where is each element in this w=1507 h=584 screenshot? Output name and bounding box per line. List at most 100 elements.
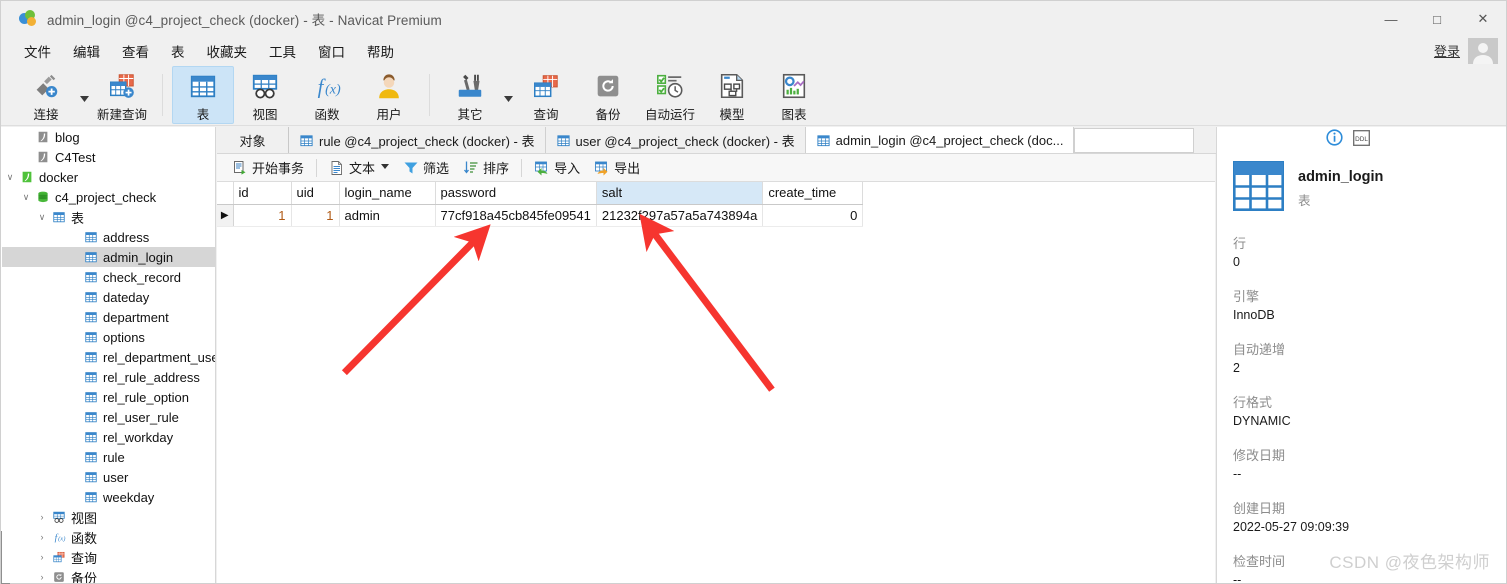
editor-tab[interactable]: admin_login @c4_project_check (doc... — [805, 127, 1075, 153]
chevron-down-icon[interactable]: ∨ — [34, 212, 50, 223]
tree-item-c4_project_check[interactable]: ∨ c4_project_check — [2, 187, 215, 207]
ddl-icon[interactable]: DDL — [1353, 129, 1370, 151]
tree-item-weekday[interactable]: · weekday — [2, 487, 215, 507]
menu-tools[interactable]: 工具 — [258, 38, 307, 64]
tab-overflow-box[interactable] — [1074, 128, 1195, 153]
ribbon-button-connection[interactable]: 连接 — [15, 66, 77, 124]
grid-cell[interactable]: 1 — [291, 204, 340, 227]
grid-cell[interactable]: 0 — [762, 204, 864, 227]
info-icon[interactable] — [1326, 129, 1343, 151]
tree-item-[interactable]: ∨ 表 — [2, 207, 215, 227]
grid-column-header[interactable]: create_time — [762, 182, 864, 205]
table-item-icon — [82, 230, 100, 244]
ribbon-button-backup[interactable]: 备份 — [577, 66, 639, 124]
login-link[interactable]: 登录 — [1434, 41, 1460, 60]
tree-item-dateday[interactable]: · dateday — [2, 287, 215, 307]
menu-window[interactable]: 窗口 — [307, 38, 356, 64]
tree-item-check_record[interactable]: · check_record — [2, 267, 215, 287]
ribbon-button-new-query[interactable]: 新建查询 — [91, 66, 153, 124]
tree-item-[interactable]: › 查询 — [2, 547, 215, 567]
grid-cell[interactable]: 21232f297a57a5a743894a — [596, 204, 764, 227]
data-grid[interactable]: id uid login_name password salt create_time ▶… — [217, 182, 1215, 583]
grid-row[interactable]: ▶ 1 1 admin 77cf918a45cb845fe09541 21232f297a… — [217, 204, 864, 227]
chevron-right-icon[interactable]: › — [34, 532, 50, 542]
menu-view[interactable]: 查看 — [111, 38, 160, 64]
ribbon-button-chart[interactable]: 图表 — [763, 66, 825, 124]
grid-toolbar-sort[interactable]: 排序 — [456, 156, 516, 180]
editor-tab[interactable]: user @c4_project_check (docker) - 表 — [545, 127, 806, 153]
row-marker-icon[interactable]: ▶ — [217, 204, 234, 227]
maximize-button[interactable]: □ — [1414, 1, 1460, 37]
tree-item-rel_rule_option[interactable]: · rel_rule_option — [2, 387, 215, 407]
grid-toolbar-text[interactable]: 文本 — [322, 156, 396, 180]
tree-item-C4Test[interactable]: · C4Test — [2, 147, 215, 167]
ribbon-button-query[interactable]: 查询 — [515, 66, 577, 124]
editor-tab[interactable]: rule @c4_project_check (docker) - 表 — [289, 127, 546, 153]
grid-toolbar-export[interactable]: 导出 — [587, 156, 647, 180]
ribbon-button-view[interactable]: 视图 — [234, 66, 296, 124]
tree-item-rel_workday[interactable]: · rel_workday — [2, 427, 215, 447]
menu-favorites[interactable]: 收藏夹 — [196, 38, 259, 64]
ribbon-button-function[interactable]: f (x) 函数 — [296, 66, 358, 124]
chevron-right-icon[interactable]: › — [34, 512, 50, 522]
ribbon-button-model[interactable]: 模型 — [701, 66, 763, 124]
grid-cell[interactable]: admin — [339, 204, 436, 227]
tab-objects[interactable]: 对象 — [217, 127, 289, 153]
tree-item-[interactable]: › 视图 — [2, 507, 215, 527]
grid-toolbar-filter[interactable]: 筛选 — [396, 156, 456, 180]
chevron-spacer: · — [66, 292, 82, 302]
grid-column-header[interactable]: uid — [291, 182, 340, 205]
grid-toolbar-separator — [521, 158, 523, 177]
tree-item-docker[interactable]: ∨ docker — [2, 167, 215, 187]
grid-cell[interactable]: 77cf918a45cb845fe09541 — [435, 204, 597, 227]
chevron-down-icon[interactable] — [501, 66, 515, 124]
tree-item-address[interactable]: · address — [2, 227, 215, 247]
minimize-button[interactable]: — — [1368, 1, 1414, 37]
ribbon-button-other-tools[interactable]: 其它 — [439, 66, 501, 124]
chevron-down-icon[interactable] — [381, 164, 390, 171]
table-item-icon — [82, 430, 100, 444]
tree-item-blog[interactable]: · blog — [2, 127, 215, 147]
tree-item-user[interactable]: · user — [2, 467, 215, 487]
sidebar-tree[interactable]: · blog· C4Test∨ docker∨ c4_project_check… — [2, 127, 216, 583]
tree-item-options[interactable]: · options — [2, 327, 215, 347]
tree-item-rule[interactable]: · rule — [2, 447, 215, 467]
table-item-icon — [82, 330, 100, 344]
ribbon-button-automation[interactable]: 自动运行 — [639, 66, 701, 124]
close-button[interactable]: ✕ — [1460, 1, 1506, 37]
info-field-value: 0 — [1233, 255, 1240, 269]
tree-item-department[interactable]: · department — [2, 307, 215, 327]
user-avatar-icon[interactable] — [1468, 37, 1498, 64]
menu-edit[interactable]: 编辑 — [62, 38, 111, 64]
menu-file[interactable]: 文件 — [13, 38, 62, 64]
tree-item-rel_department_user[interactable]: · rel_department_user — [2, 347, 215, 367]
info-panel-toolbar: DDL — [1233, 127, 1490, 153]
chevron-spacer: · — [66, 452, 82, 462]
navicat-window: admin_login @c4_project_check (docker) -… — [0, 0, 1507, 584]
table-folder-icon — [50, 210, 68, 224]
ribbon-button-table[interactable]: 表 — [172, 65, 234, 124]
grid-toolbar-import[interactable]: 导入 — [527, 156, 587, 180]
tree-item-rel_user_rule[interactable]: · rel_user_rule — [2, 407, 215, 427]
ribbon-button-user[interactable]: 用户 — [358, 66, 420, 124]
grid-column-header[interactable]: salt — [596, 182, 764, 205]
chevron-down-icon[interactable]: ∨ — [18, 192, 34, 203]
grid-column-header[interactable]: login_name — [339, 182, 436, 205]
tree-item-rel_rule_address[interactable]: · rel_rule_address — [2, 367, 215, 387]
menu-table[interactable]: 表 — [160, 38, 196, 64]
chevron-right-icon[interactable]: › — [34, 552, 50, 562]
grid-column-header[interactable]: password — [435, 182, 597, 205]
table-item-icon — [82, 310, 100, 324]
chart-icon — [779, 70, 809, 102]
tree-item-[interactable]: › f (x) 函数 — [2, 527, 215, 547]
chevron-down-icon[interactable]: ∨ — [2, 172, 18, 183]
grid-toolbar-begin-transaction[interactable]: 开始事务 — [225, 156, 311, 180]
grid-toolbar-label: 筛选 — [423, 161, 450, 176]
chevron-right-icon[interactable]: › — [34, 572, 50, 582]
tree-item-admin_login[interactable]: · admin_login — [2, 247, 215, 267]
grid-column-header[interactable]: id — [233, 182, 292, 205]
chevron-down-icon[interactable] — [77, 66, 91, 124]
grid-cell[interactable]: 1 — [233, 204, 292, 227]
tree-item-[interactable]: › 备份 — [2, 567, 215, 584]
menu-help[interactable]: 帮助 — [356, 38, 405, 64]
